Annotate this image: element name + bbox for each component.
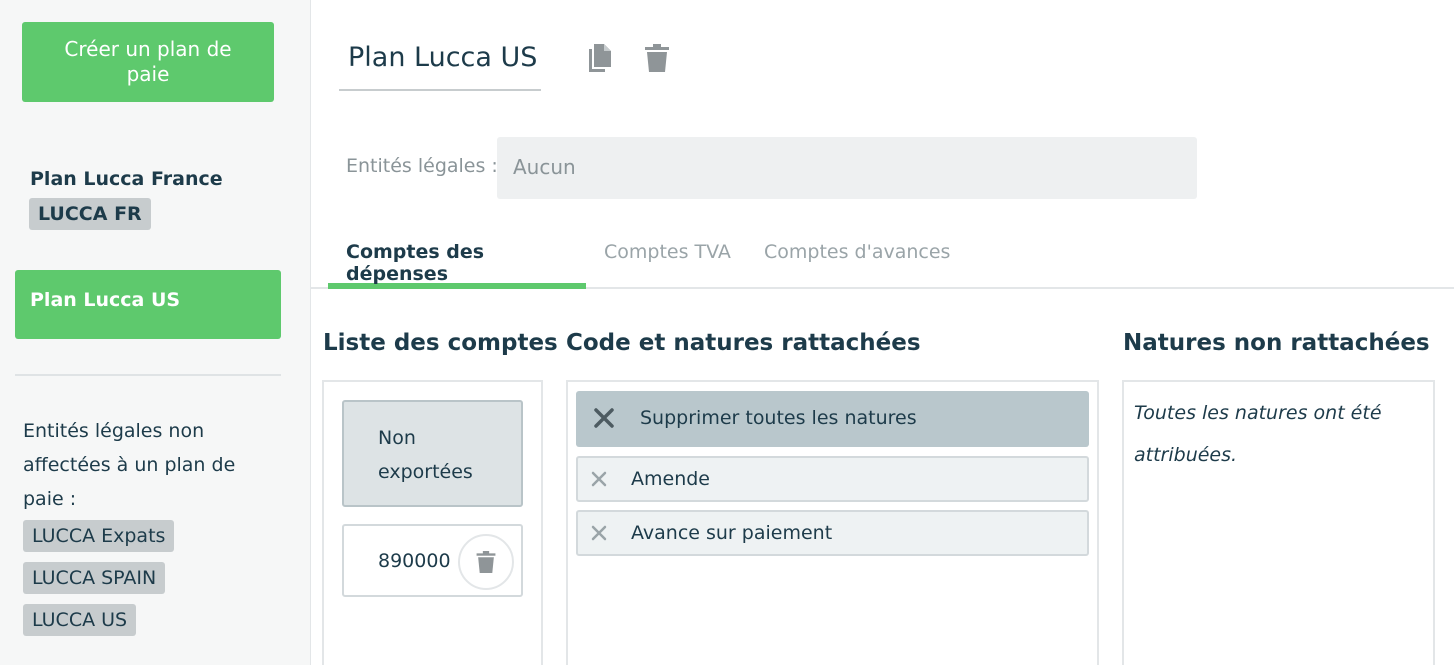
sidebar-plan-france[interactable]: Plan Lucca France LUCCA FR [29,168,223,230]
tab-expense-accounts[interactable]: Comptes des dépenses [328,230,586,289]
account-code: 890000 [378,550,451,572]
trash-icon [476,551,496,573]
accounts-heading: Liste des comptes [323,330,558,356]
plan-title-field[interactable]: Plan Lucca US [339,28,541,91]
remove-nature-icon[interactable] [590,470,608,493]
unassigned-label: Entités légales non affectées à un plan … [23,420,236,510]
unassigned-tags: LUCCA Expats LUCCA SPAIN LUCCA US [23,520,263,636]
unattached-heading: Natures non rattachées [1123,330,1430,356]
delete-account-button[interactable] [458,534,514,590]
attached-heading: Code et natures rattachées [566,330,921,356]
empty-message: Toutes les natures ont été attribuées. [1134,402,1382,466]
remove-all-natures-button[interactable]: Supprimer toutes les natures [576,391,1089,447]
account-non-exported[interactable]: Non exportées [342,400,523,507]
close-icon [592,406,616,435]
remove-nature-icon[interactable] [590,524,608,547]
trash-icon[interactable] [643,42,671,74]
entity-tag: LUCCA FR [29,198,151,230]
copy-icon[interactable] [586,42,614,74]
nature-item: Avance sur paiement [576,510,1089,556]
create-plan-button[interactable]: Créer un plan de paie [22,22,274,102]
tab-advance-accounts[interactable]: Comptes d'avances [764,230,950,289]
page-title: Plan Lucca US [348,42,538,73]
remove-all-label: Supprimer toutes les natures [640,407,917,429]
divider [15,374,281,376]
plan-name: Plan Lucca France [30,168,223,190]
entity-tag: LUCCA US [23,604,137,636]
tab-vat-accounts[interactable]: Comptes TVA [604,230,731,289]
sidebar: Créer un plan de paie Plan Lucca France … [0,0,311,665]
tabs: Comptes des dépenses Comptes TVA Comptes… [311,230,1454,289]
nature-label: Avance sur paiement [631,522,833,544]
entities-label: Entités légales : [346,155,498,177]
nature-label: Amende [631,468,710,490]
sidebar-plan-us[interactable]: Plan Lucca US [15,270,281,339]
account-item[interactable]: 890000 [342,524,523,597]
unassigned-entities: Entités légales non affectées à un plan … [23,414,263,646]
entity-tag: LUCCA Expats [23,520,175,552]
entities-select[interactable]: Aucun [497,137,1197,199]
nature-item: Amende [576,456,1089,502]
entity-tag: LUCCA SPAIN [23,562,166,594]
